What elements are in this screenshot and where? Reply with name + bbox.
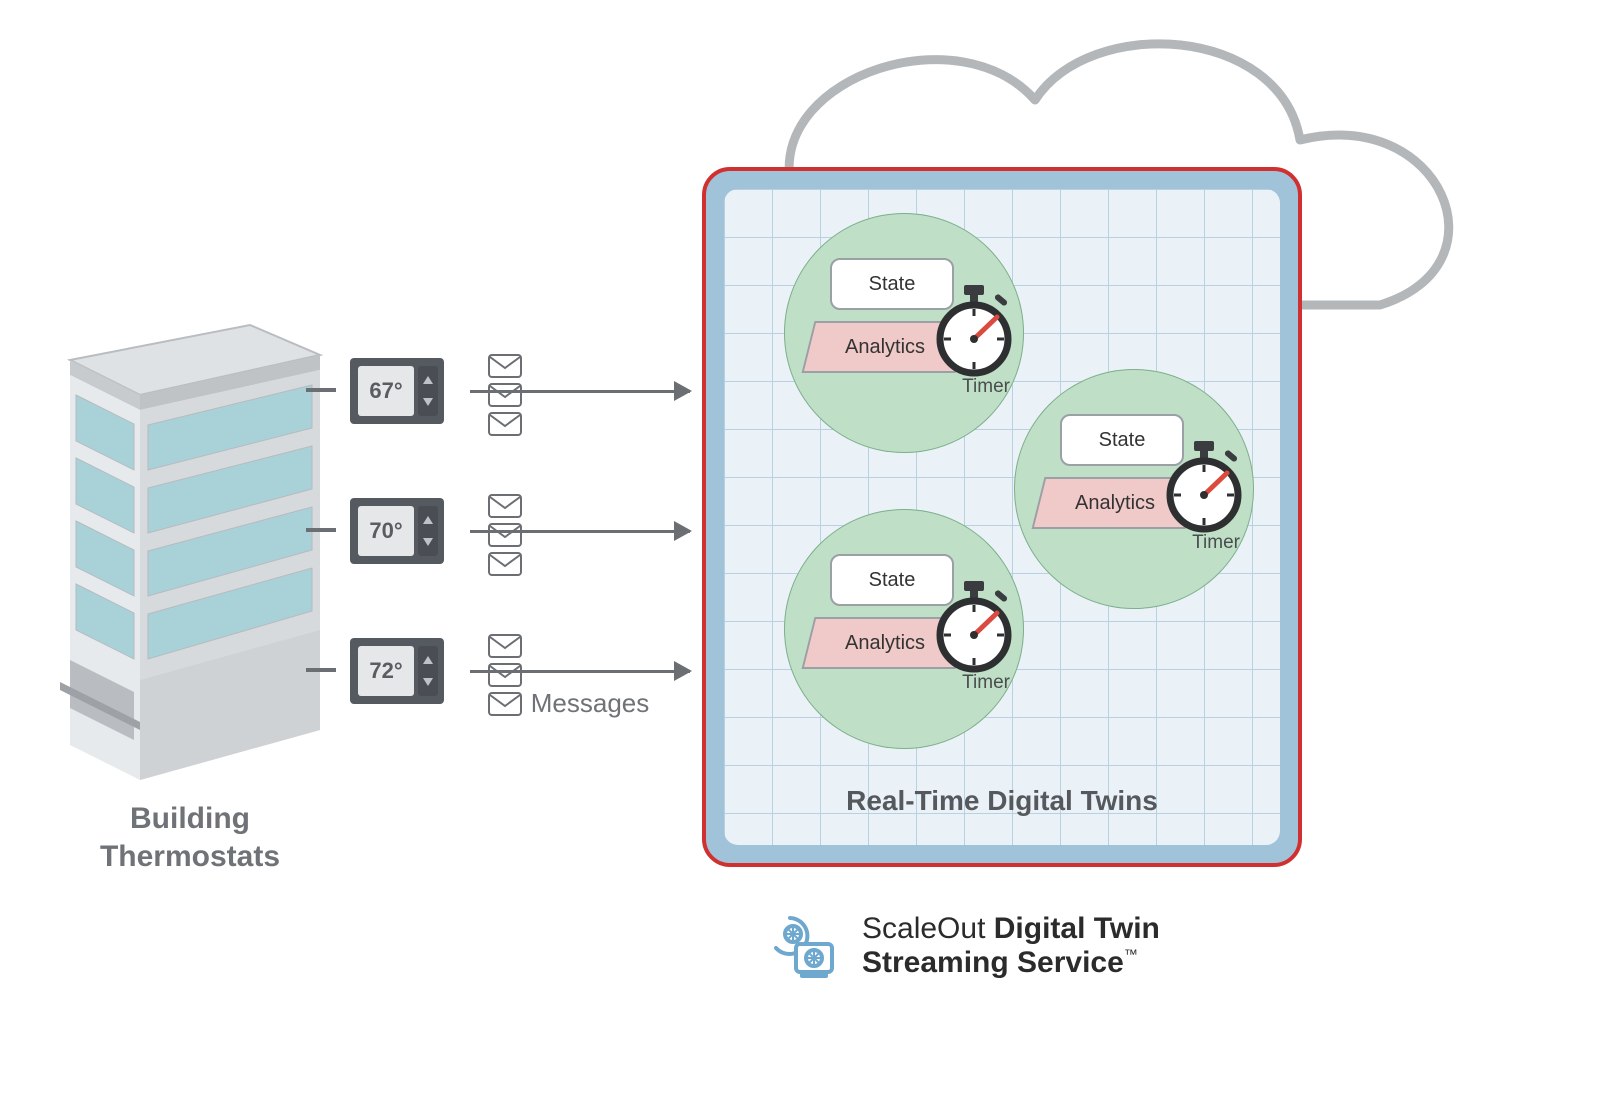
- product-logo-text: ScaleOut Digital Twin Streaming Service™: [862, 912, 1160, 981]
- thermostat-device: 72°: [350, 638, 444, 704]
- timer-label: Timer: [962, 672, 1010, 694]
- thermostat-device: 67°: [350, 358, 444, 424]
- digital-twins-grid: State Analytics Timer: [724, 189, 1280, 845]
- envelope-icon: [488, 354, 522, 378]
- envelope-icon: [488, 412, 522, 436]
- thermostat-reading: 70°: [358, 506, 414, 556]
- envelope-icon: [488, 552, 522, 576]
- envelope-icon: [488, 383, 522, 407]
- stopwatch-icon: [934, 283, 1014, 379]
- envelope-icon: [488, 494, 522, 518]
- thermostat-device: 70°: [350, 498, 444, 564]
- thermostat-reading: 67°: [358, 366, 414, 416]
- diagram-root: State Analytics Timer: [0, 0, 1600, 1109]
- digital-twin-node: State Analytics Timer: [784, 213, 1024, 453]
- arrow-right-icon: [470, 670, 690, 673]
- envelope-icon: [488, 523, 522, 547]
- connector-line: [306, 528, 336, 532]
- thermostat-reading: 72°: [358, 646, 414, 696]
- thermostat-updown-icon: [418, 366, 438, 416]
- timer-label: Timer: [1192, 532, 1240, 554]
- envelope-icon: [488, 634, 522, 658]
- building-label: BuildingThermostats: [60, 800, 320, 875]
- digital-twin-node: State Analytics Timer: [784, 509, 1024, 749]
- thermostat-updown-icon: [418, 506, 438, 556]
- connector-line: [306, 388, 336, 392]
- digital-twin-node: State Analytics Timer: [1014, 369, 1254, 609]
- building-icon: [40, 300, 340, 800]
- envelope-icon: [488, 663, 522, 687]
- messages-label: Messages: [480, 688, 700, 719]
- thermostat-updown-icon: [418, 646, 438, 696]
- connector-line: [306, 668, 336, 672]
- panel-caption: Real-Time Digital Twins: [724, 785, 1280, 817]
- scaleout-logo-icon: [770, 910, 842, 982]
- stopwatch-icon: [934, 579, 1014, 675]
- timer-label: Timer: [962, 376, 1010, 398]
- arrow-right-icon: [470, 530, 690, 533]
- stopwatch-icon: [1164, 439, 1244, 535]
- arrow-right-icon: [470, 390, 690, 393]
- product-logo: ScaleOut Digital Twin Streaming Service™: [770, 910, 1160, 982]
- digital-twins-panel: State Analytics Timer: [702, 167, 1302, 867]
